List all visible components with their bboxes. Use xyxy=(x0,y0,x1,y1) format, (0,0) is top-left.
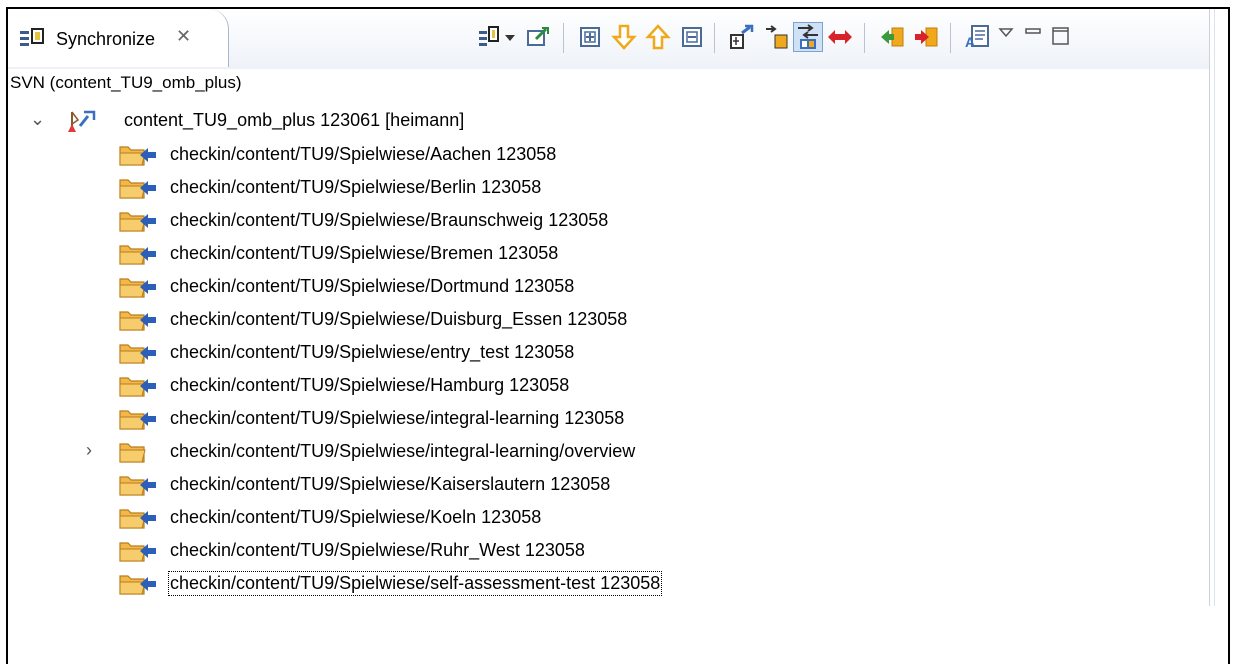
toolbar-separator xyxy=(714,23,715,53)
scrollbar-track[interactable] xyxy=(1214,9,1225,606)
tree-item-label: checkin/content/TU9/Spielwiese/Bremen 12… xyxy=(170,243,559,263)
synchronize-dropdown-icon[interactable] xyxy=(478,23,506,51)
previous-change-icon[interactable] xyxy=(644,23,672,51)
toolbar-separator xyxy=(563,23,564,53)
tree-item[interactable]: checkin/content/TU9/Spielwiese/Aachen 12… xyxy=(8,139,808,171)
tree-item-label: checkin/content/TU9/Spielwiese/integral-… xyxy=(170,441,636,461)
expand-all-icon[interactable] xyxy=(576,23,604,51)
incoming-outgoing-mode-icon[interactable] xyxy=(793,22,823,52)
folder-icon xyxy=(118,439,158,465)
compare-editor-icon[interactable]: A xyxy=(964,23,992,51)
incoming-folder-icon xyxy=(118,340,158,366)
incoming-folder-icon xyxy=(118,208,158,234)
tree-item[interactable]: checkin/content/TU9/Spielwiese/Braunschw… xyxy=(8,205,808,237)
project-label: content_TU9_omb_plus 123061 [heimann] xyxy=(124,110,465,130)
project-conflict-icon xyxy=(68,110,96,132)
chevron-right-icon[interactable]: › xyxy=(86,440,92,461)
synchronize-icon xyxy=(20,28,44,46)
tree-item[interactable]: checkin/content/TU9/Spielwiese/Kaisersla… xyxy=(8,469,808,501)
tree-item-label: checkin/content/TU9/Spielwiese/Ruhr_West… xyxy=(170,540,585,560)
tree-item-label: checkin/content/TU9/Spielwiese/Koeln 123… xyxy=(170,507,542,527)
tab-label: Synchronize xyxy=(56,29,156,49)
incoming-folder-icon xyxy=(118,175,158,201)
tree-item-label: checkin/content/TU9/Spielwiese/Braunschw… xyxy=(170,210,609,230)
collapse-all-icon[interactable] xyxy=(678,23,706,51)
toolbar-separator xyxy=(864,23,865,53)
tree-item[interactable]: checkin/content/TU9/Spielwiese/self-asse… xyxy=(8,568,808,600)
tree-item[interactable]: checkin/content/TU9/Spielwiese/Duisburg_… xyxy=(8,304,808,336)
tree-header: SVN (content_TU9_omb_plus) xyxy=(10,73,242,92)
commit-icon[interactable] xyxy=(912,23,940,51)
pin-icon[interactable] xyxy=(524,23,552,51)
tree-item[interactable]: checkin/content/TU9/Spielwiese/integral-… xyxy=(8,403,808,435)
synchronize-view: Synchronize ✕ A SVN (content_TU9_omb_plu… xyxy=(6,7,1230,666)
incoming-folder-icon xyxy=(118,472,158,498)
tree-item[interactable]: checkin/content/TU9/Spielwiese/entry_tes… xyxy=(8,337,808,369)
tree-item[interactable]: checkin/content/TU9/Spielwiese/Hamburg 1… xyxy=(8,370,808,402)
tree-item-label: checkin/content/TU9/Spielwiese/Aachen 12… xyxy=(170,144,557,164)
next-change-icon[interactable] xyxy=(610,23,638,51)
incoming-folder-icon xyxy=(118,406,158,432)
incoming-folder-icon xyxy=(118,307,158,333)
tree-item-label: checkin/content/TU9/Spielwiese/Dortmund … xyxy=(170,276,575,296)
tree-item[interactable]: checkin/content/TU9/Spielwiese/Bremen 12… xyxy=(8,238,808,270)
tab-synchronize[interactable]: Synchronize ✕ xyxy=(8,9,229,67)
incoming-mode-icon[interactable] xyxy=(728,23,756,51)
tree-project-row[interactable]: ⌄ content_TU9_omb_plus 123061 [heimann] xyxy=(8,105,708,137)
tree-item[interactable]: checkin/content/TU9/Spielwiese/Dortmund … xyxy=(8,271,808,303)
conflicts-mode-icon[interactable] xyxy=(826,23,854,51)
maximize-icon[interactable] xyxy=(1050,23,1072,51)
incoming-folder-icon xyxy=(118,571,158,597)
incoming-folder-icon xyxy=(118,241,158,267)
tree-item-label: checkin/content/TU9/Spielwiese/Berlin 12… xyxy=(170,177,542,197)
toolbar-separator xyxy=(950,23,951,53)
svg-text:A: A xyxy=(965,34,975,50)
incoming-folder-icon xyxy=(118,274,158,300)
incoming-folder-icon xyxy=(118,373,158,399)
incoming-folder-icon xyxy=(118,505,158,531)
tree-item-label: checkin/content/TU9/Spielwiese/Hamburg 1… xyxy=(170,375,570,395)
tree-item-label: checkin/content/TU9/Spielwiese/integral-… xyxy=(170,408,625,428)
minimize-icon[interactable] xyxy=(1023,23,1045,51)
tree-item-label: checkin/content/TU9/Spielwiese/Kaisersla… xyxy=(170,474,611,494)
tree-item[interactable]: checkin/content/TU9/Spielwiese/Ruhr_West… xyxy=(8,535,808,567)
tree-item-label: checkin/content/TU9/Spielwiese/entry_tes… xyxy=(170,342,575,362)
incoming-folder-icon xyxy=(118,142,158,168)
tree-item[interactable]: checkin/content/TU9/Spielwiese/Koeln 123… xyxy=(8,502,808,534)
chevron-down-icon[interactable]: ⌄ xyxy=(30,109,45,130)
tree-item-label: checkin/content/TU9/Spielwiese/Duisburg_… xyxy=(170,309,628,329)
vertical-scrollbar[interactable] xyxy=(1209,9,1228,606)
sync-tree: SVN (content_TU9_omb_plus) ⌄ content_TU9… xyxy=(8,69,1228,666)
close-icon[interactable]: ✕ xyxy=(176,26,191,47)
incoming-folder-icon xyxy=(118,538,158,564)
tree-item[interactable]: checkin/content/TU9/Spielwiese/Berlin 12… xyxy=(8,172,808,204)
update-icon[interactable] xyxy=(878,23,906,51)
outgoing-mode-icon[interactable] xyxy=(762,23,790,51)
tree-item-label: checkin/content/TU9/Spielwiese/self-asse… xyxy=(167,571,663,596)
view-menu-icon[interactable] xyxy=(998,23,1014,51)
tree-item[interactable]: › checkin/content/TU9/Spielwiese/integra… xyxy=(8,436,808,468)
chevron-down-icon[interactable] xyxy=(503,23,517,51)
view-tab-bar: Synchronize ✕ A xyxy=(8,9,1228,70)
